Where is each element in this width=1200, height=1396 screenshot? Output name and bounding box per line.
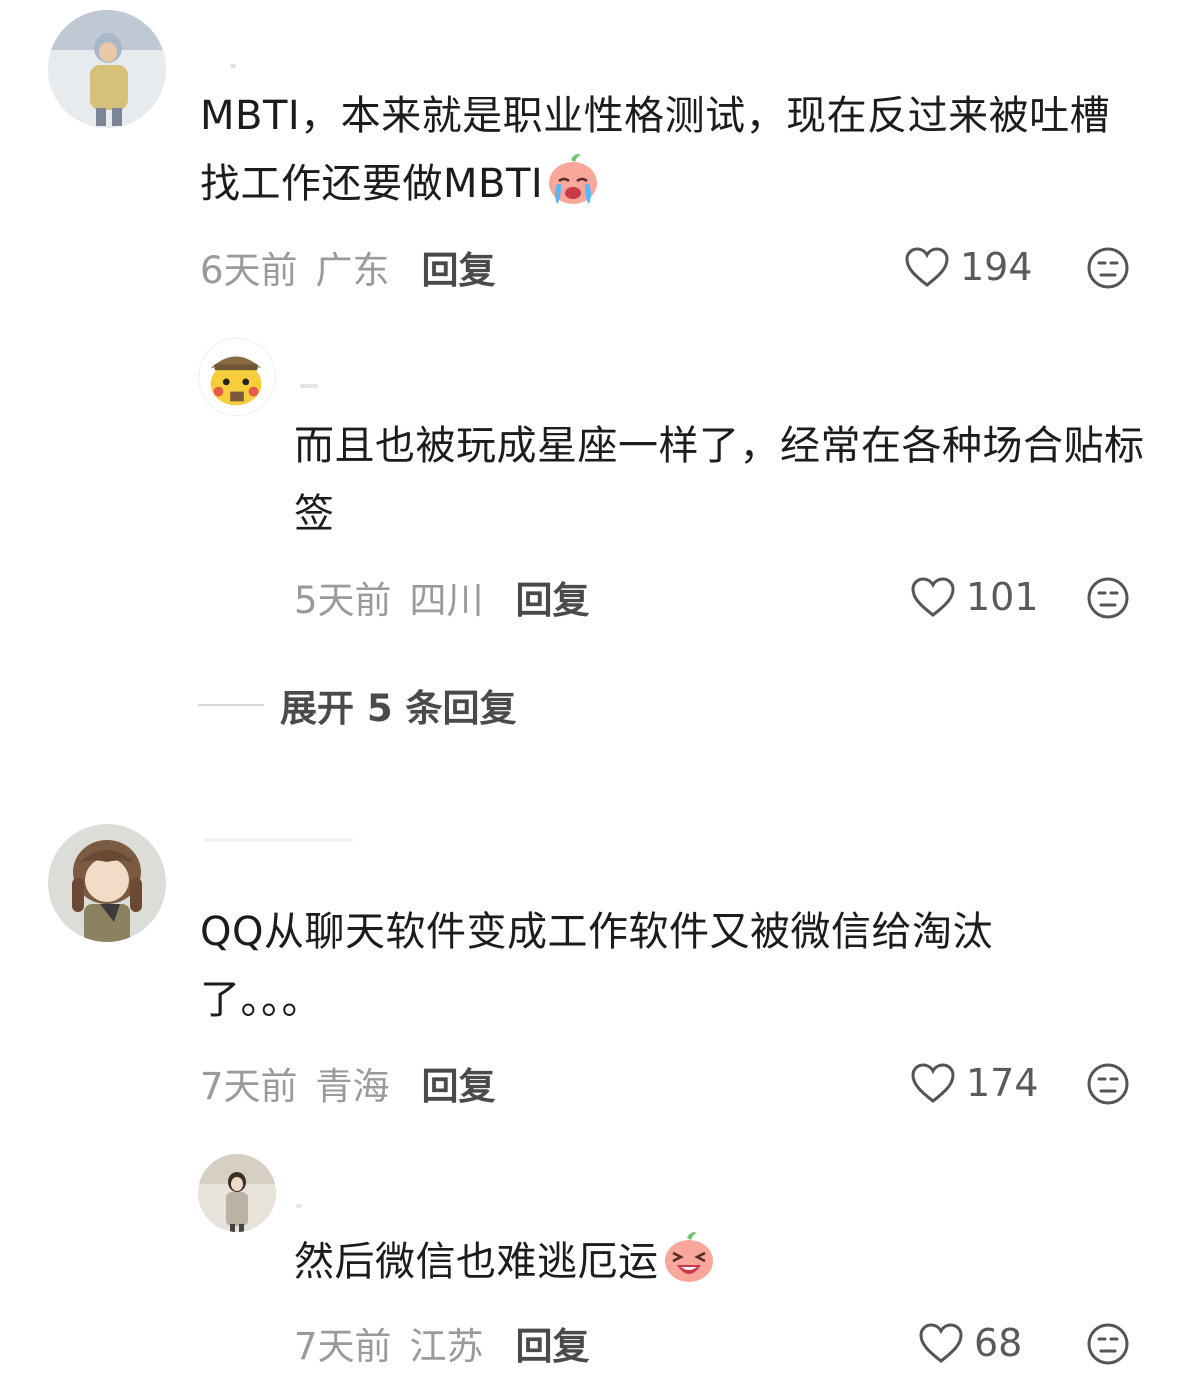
reply-button[interactable]: 回复 [516,570,590,624]
dislike-face-icon[interactable] [1086,1322,1130,1366]
heart-outline-icon [919,1323,963,1363]
comment-text: MBTI，本来就是职业性格测试，现在反过来被吐槽找工作还要做MBTI [200,82,1130,218]
reply-meta: 5天前 四川 回复 [294,572,590,622]
comment-meta: 7天前 青海 回复 [200,1058,496,1108]
username-placeholder[interactable] [300,384,318,388]
avatar[interactable] [48,824,166,942]
laughing-peach-emoji [664,1232,713,1282]
reply-meta: 7天前 江苏 回复 [294,1318,590,1368]
username-placeholder[interactable] [230,64,236,68]
expand-replies-button[interactable]: 展开 5 条回复 [198,678,517,732]
reply-text: 然后微信也难逃厄运 [294,1228,1164,1296]
like-count: 174 [966,1061,1039,1105]
reply-button[interactable]: 回复 [422,1056,496,1110]
comment-text-content: MBTI，本来就是职业性格测试，现在反过来被吐槽找工作还要做MBTI [200,93,1111,207]
like-button[interactable]: 194 [904,242,1033,292]
comment-region: 广东 [315,249,390,292]
heart-outline-icon [911,1063,955,1103]
expand-replies-label: 展开 5 条回复 [280,687,517,730]
dislike-face-icon[interactable] [1086,1062,1130,1106]
reply-button[interactable]: 回复 [516,1316,590,1370]
comment-time: 6天前 [200,249,298,292]
comment-time: 7天前 [200,1065,298,1108]
reply-time: 7天前 [294,1325,392,1368]
avatar[interactable] [198,338,276,416]
dislike-face-icon[interactable] [1086,246,1130,290]
like-button[interactable]: 101 [910,572,1039,622]
comment-region: 青海 [315,1065,390,1108]
divider [198,704,264,706]
username-placeholder[interactable] [204,838,354,842]
reply-text-content: 然后微信也难逃厄运 [294,1239,659,1285]
reply-region: 江苏 [409,1325,484,1368]
heart-outline-icon [911,577,955,617]
like-button[interactable]: 68 [918,1318,1022,1368]
reply-region: 四川 [409,579,484,622]
like-count: 101 [966,575,1039,619]
comment-text: QQ从聊天软件变成工作软件又被微信给淘汰了。。。 [200,898,1100,1034]
like-button[interactable]: 174 [910,1058,1039,1108]
username-placeholder[interactable] [296,1204,302,1208]
reply-text: 而且也被玩成星座一样了，经常在各种场合贴标签 [294,412,1164,548]
avatar[interactable] [198,1154,276,1232]
comment-text-content: QQ从聊天软件变成工作软件又被微信给淘汰了。。。 [200,909,993,1023]
avatar[interactable] [48,10,166,128]
heart-outline-icon [905,247,949,287]
dislike-face-icon[interactable] [1086,576,1130,620]
reply-time: 5天前 [294,579,392,622]
like-count: 194 [960,245,1033,289]
crying-peach-emoji [549,154,598,204]
comment-meta: 6天前 广东 回复 [200,242,496,292]
reply-text-content: 而且也被玩成星座一样了，经常在各种场合贴标签 [294,423,1145,537]
reply-button[interactable]: 回复 [422,240,496,294]
like-count: 68 [974,1321,1023,1365]
